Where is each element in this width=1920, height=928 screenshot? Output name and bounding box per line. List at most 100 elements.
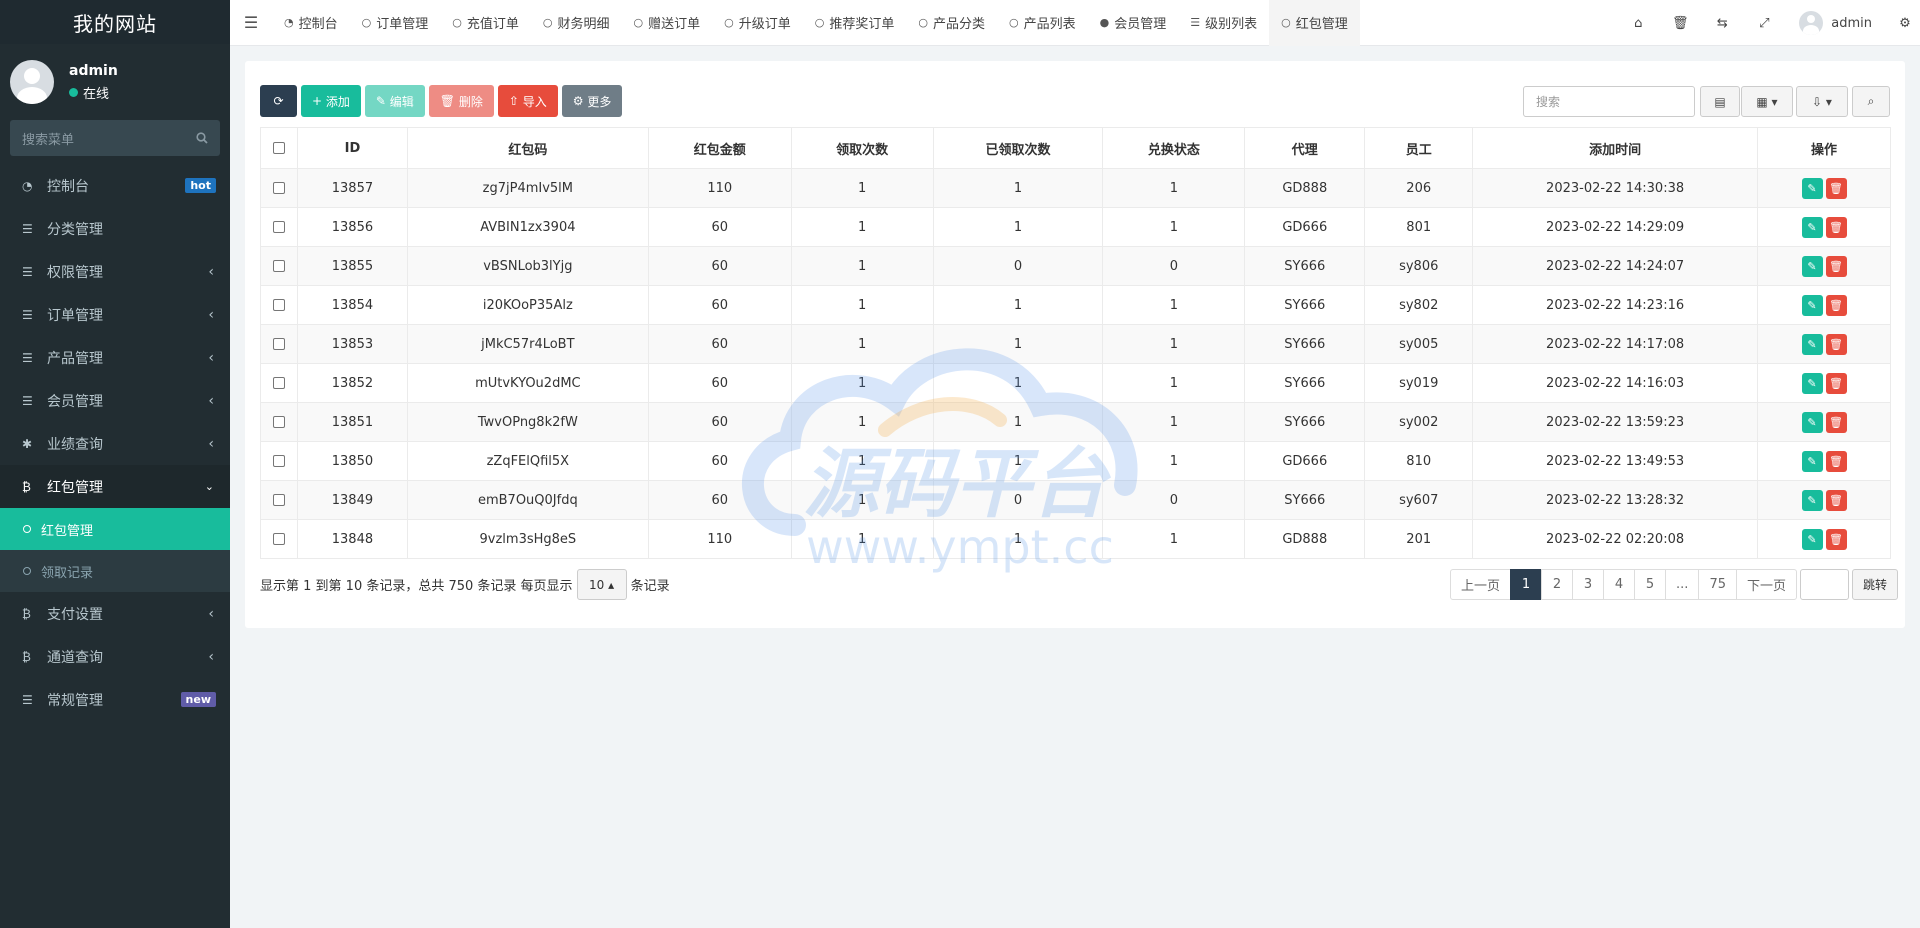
delete-row-button[interactable]: 🗑 <box>1825 294 1847 316</box>
column-header[interactable]: 红包码 <box>406 127 649 169</box>
row-checkbox[interactable] <box>260 246 298 286</box>
sidebar-item-redpacket[interactable]: ₿ 红包管理 ⌄ <box>0 465 230 508</box>
table-row[interactable]: 13849 emB7OuQ0Jfdq 60 1 0 0 SY666 sy607 2023-02-… <box>260 480 1891 520</box>
delete-row-button[interactable]: 🗑 <box>1825 528 1847 550</box>
sidebar-search-input[interactable]: 搜索菜单 <box>10 120 220 156</box>
export-dropdown[interactable]: ⇩ ▾ <box>1796 86 1848 117</box>
delete-row-button[interactable]: 🗑 <box>1825 216 1847 238</box>
tab-product-categories[interactable]: ○ 产品分类 <box>906 0 997 46</box>
edit-row-button[interactable]: ✎ <box>1801 372 1823 394</box>
edit-row-button[interactable]: ✎ <box>1801 216 1823 238</box>
row-checkbox[interactable] <box>260 519 298 559</box>
edit-row-button[interactable]: ✎ <box>1801 450 1823 472</box>
page-button[interactable]: 75 <box>1698 569 1737 600</box>
sidebar-item-performance[interactable]: ✱ 业绩查询 ‹ <box>0 422 230 465</box>
gears-icon[interactable]: ⚙ <box>1890 16 1920 31</box>
table-row[interactable]: 13855 vBSNLob3lYjg 60 1 0 0 SY666 sy806 2023-02-… <box>260 246 1891 286</box>
edit-row-button[interactable]: ✎ <box>1801 294 1823 316</box>
sidebar-item-permission[interactable]: ☰ 权限管理 ‹ <box>0 250 230 293</box>
jump-button[interactable]: 跳转 <box>1852 569 1898 600</box>
page-button[interactable]: 4 <box>1603 569 1636 600</box>
sidebar-item-orders[interactable]: ☰ 订单管理 ‹ <box>0 293 230 336</box>
advanced-search-button[interactable]: ⌕ <box>1852 86 1890 117</box>
menu-toggle-icon[interactable]: ☰ <box>230 13 272 32</box>
delete-row-button[interactable]: 🗑 <box>1825 489 1847 511</box>
table-row[interactable]: 13854 i20KOoP35Alz 60 1 1 1 SY666 sy802 2023-02-… <box>260 285 1891 325</box>
tab-referral-orders[interactable]: ○ 推荐奖订单 <box>803 0 907 46</box>
sidebar-item-products[interactable]: ☰ 产品管理 ‹ <box>0 336 230 379</box>
edit-row-button[interactable]: ✎ <box>1801 528 1823 550</box>
prev-page-button[interactable]: 上一页 <box>1450 569 1512 600</box>
table-row[interactable]: 13856 AVBIN1zx3904 60 1 1 1 GD666 801 2023-02-22… <box>260 207 1891 247</box>
sidebar-item-category[interactable]: ☰ 分类管理 <box>0 207 230 250</box>
page-button[interactable]: 3 <box>1572 569 1605 600</box>
top-user-name[interactable]: admin <box>1831 16 1872 31</box>
edit-row-button[interactable]: ✎ <box>1801 411 1823 433</box>
sidebar-item-payment[interactable]: ₿ 支付设置 ‹ <box>0 592 230 635</box>
delete-row-button[interactable]: 🗑 <box>1825 177 1847 199</box>
row-checkbox[interactable] <box>260 285 298 325</box>
site-logo[interactable]: 我的网站 <box>0 0 230 44</box>
delete-row-button[interactable]: 🗑 <box>1825 333 1847 355</box>
import-button[interactable]: ⇧ 导入 <box>497 85 558 117</box>
table-row[interactable]: 13848 9vzlm3sHg8eS 110 1 1 1 GD888 201 2023-02-2… <box>260 519 1891 559</box>
table-search-input[interactable]: 搜索 <box>1523 86 1695 117</box>
page-button[interactable]: 5 <box>1634 569 1667 600</box>
edit-row-button[interactable]: ✎ <box>1801 177 1823 199</box>
page-button[interactable]: 2 <box>1541 569 1574 600</box>
column-header[interactable]: 员工 <box>1364 127 1474 169</box>
columns-dropdown[interactable]: ▦ ▾ <box>1741 86 1793 117</box>
page-button[interactable]: 1 <box>1510 569 1543 600</box>
delete-row-button[interactable]: 🗑 <box>1825 411 1847 433</box>
sidebar-item-channel[interactable]: ₿ 通道查询 ‹ <box>0 635 230 678</box>
toggle-view-button[interactable]: ▤ <box>1700 86 1740 117</box>
tab-finance-details[interactable]: ○ 财务明细 <box>531 0 622 46</box>
tab-dashboard[interactable]: ◔ 控制台 <box>272 0 350 46</box>
language-icon[interactable]: ⇆ <box>1701 16 1743 31</box>
tab-redpacket[interactable]: ○ 红包管理 <box>1269 0 1360 46</box>
tab-product-list[interactable]: ○ 产品列表 <box>997 0 1088 46</box>
column-header[interactable]: 添加时间 <box>1472 127 1758 169</box>
edit-button[interactable]: ✎ 编辑 <box>364 85 425 117</box>
tab-members[interactable]: ● 会员管理 <box>1088 0 1179 46</box>
column-header[interactable]: 代理 <box>1244 127 1366 169</box>
delete-row-button[interactable]: 🗑 <box>1825 372 1847 394</box>
column-header[interactable]: 兑换状态 <box>1102 127 1246 169</box>
tab-gift-orders[interactable]: ○ 赠送订单 <box>622 0 713 46</box>
tab-upgrade-orders[interactable]: ○ 升级订单 <box>712 0 803 46</box>
add-button[interactable]: + 添加 <box>301 85 361 117</box>
home-icon[interactable]: ⌂ <box>1617 16 1659 31</box>
tab-levels[interactable]: ☰ 级别列表 <box>1178 0 1269 46</box>
table-row[interactable]: 13857 zg7jP4mIv5lM 110 1 1 1 GD888 206 2023-02-2… <box>260 168 1891 208</box>
column-header[interactable]: 红包金额 <box>647 127 792 169</box>
column-header[interactable]: 已领取次数 <box>932 127 1104 169</box>
edit-row-button[interactable]: ✎ <box>1801 333 1823 355</box>
tab-recharge-orders[interactable]: ○ 充值订单 <box>440 0 531 46</box>
page-size-dropdown[interactable]: 10 ▴ <box>576 569 627 600</box>
row-checkbox[interactable] <box>260 168 298 208</box>
edit-row-button[interactable]: ✎ <box>1801 255 1823 277</box>
row-checkbox[interactable] <box>260 363 298 403</box>
jump-page-input[interactable] <box>1800 569 1849 600</box>
avatar[interactable] <box>1799 11 1824 35</box>
row-checkbox[interactable] <box>260 402 298 442</box>
table-row[interactable]: 13853 jMkC57r4LoBT 60 1 1 1 SY666 sy005 2023-02-… <box>260 324 1891 364</box>
sidebar-item-dashboard[interactable]: ◔ 控制台 hot <box>0 164 230 207</box>
next-page-button[interactable]: 下一页 <box>1735 569 1797 600</box>
column-header[interactable]: ID <box>296 127 408 169</box>
edit-row-button[interactable]: ✎ <box>1801 489 1823 511</box>
tab-orders[interactable]: ○ 订单管理 <box>350 0 441 46</box>
delete-button[interactable]: 🗑 删除 <box>428 85 494 117</box>
row-checkbox[interactable] <box>260 324 298 364</box>
select-all-checkbox[interactable] <box>260 127 298 169</box>
sidebar-item-general[interactable]: ☰ 常规管理 new <box>0 678 230 721</box>
column-header[interactable]: 领取次数 <box>790 127 934 169</box>
fullscreen-icon[interactable]: ⤢ <box>1743 16 1785 31</box>
table-row[interactable]: 13851 TwvOPng8k2fW 60 1 1 1 SY666 sy002 2023-02-… <box>260 402 1891 442</box>
table-row[interactable]: 13850 zZqFElQfil5X 60 1 1 1 GD666 810 2023-02-22… <box>260 441 1891 481</box>
sidebar-item-members[interactable]: ☰ 会员管理 ‹ <box>0 379 230 422</box>
table-row[interactable]: 13852 mUtvKYOu2dMC 60 1 1 1 SY666 sy019 2023-02-… <box>260 363 1891 403</box>
row-checkbox[interactable] <box>260 480 298 520</box>
sidebar-subitem-redpacket[interactable]: 红包管理 <box>0 508 230 550</box>
trash-icon[interactable]: 🗑 <box>1659 16 1701 31</box>
